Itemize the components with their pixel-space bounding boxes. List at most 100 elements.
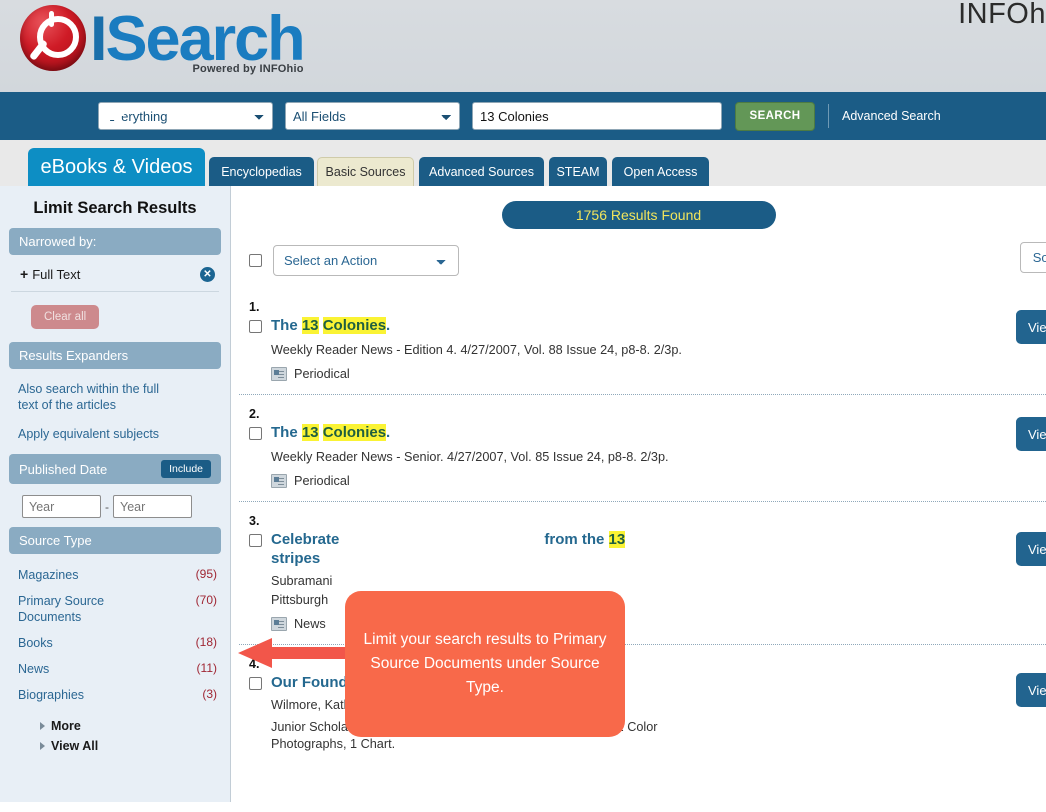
title-part: The xyxy=(271,317,302,334)
periodical-icon xyxy=(271,474,287,488)
title-part: stripes xyxy=(271,550,321,567)
source-type-header: Source Type xyxy=(9,527,221,554)
view-all-label: View All xyxy=(51,739,99,753)
facet-count: (70) xyxy=(195,593,217,607)
tab-label: Basic Sources xyxy=(325,165,406,179)
close-circle-icon[interactable]: ✕ xyxy=(200,266,215,282)
results-expanders-list: Also search within the full text of the … xyxy=(9,371,221,454)
results-expanders-label: Results Expanders xyxy=(19,348,129,363)
source-type-text: News xyxy=(294,617,326,631)
facet-link[interactable]: Books xyxy=(18,635,53,651)
source-type-more[interactable]: More xyxy=(9,716,221,736)
tab-encyclopedias[interactable]: Encyclopedias xyxy=(209,157,314,186)
title-part: The xyxy=(271,424,302,441)
masthead-right-text: INFOh xyxy=(958,0,1046,30)
tab-advanced-sources[interactable]: Advanced Sources xyxy=(419,157,544,186)
tab-strip: eBooks & Videos Encyclopedias Basic Sour… xyxy=(0,140,1046,186)
result-checkbox[interactable] xyxy=(249,427,262,440)
left-arrow-annotation xyxy=(238,638,350,668)
facet-link[interactable]: News xyxy=(18,661,49,677)
facet-magazines: Magazines (95) xyxy=(9,562,221,588)
title-part: Celebrate xyxy=(271,531,340,548)
results-expanders-header: Results Expanders xyxy=(9,342,221,369)
view-button[interactable]: View xyxy=(1016,310,1046,344)
published-date-label: Published Date xyxy=(19,461,108,477)
title-highlight: Colonies xyxy=(322,317,387,334)
advanced-search-link[interactable]: Advanced Search xyxy=(842,109,941,123)
more-label: More xyxy=(51,719,81,733)
published-date-range: - xyxy=(9,486,221,527)
result-content: The 13 Colonies. Weekly Reader News - Se… xyxy=(271,423,669,488)
plus-icon: + xyxy=(20,266,29,282)
narrowed-by-item-full-text: + Full Text ✕ xyxy=(11,257,219,292)
title-part: . xyxy=(386,424,391,441)
expander-link-equivalent-subjects[interactable]: Apply equivalent subjects xyxy=(9,423,221,445)
clear-all-button[interactable]: Clear all xyxy=(31,305,100,329)
include-badge[interactable]: Include xyxy=(161,460,211,478)
facet-biographies: Biographies (3) xyxy=(9,682,221,708)
year-to-input[interactable] xyxy=(113,495,192,518)
result-number: 3. xyxy=(249,514,260,528)
sort-by-control[interactable]: Sort By: xyxy=(1019,242,1046,273)
select-an-action-dropdown[interactable]: Select an Action xyxy=(273,245,459,276)
view-button-label: View xyxy=(1028,541,1046,557)
periodical-icon xyxy=(271,367,287,381)
source-type-view-all[interactable]: View All xyxy=(9,736,221,756)
tab-label: STEAM xyxy=(556,164,600,179)
search-input[interactable] xyxy=(472,102,722,130)
view-button[interactable]: View xyxy=(1016,673,1046,707)
power-bar-icon xyxy=(49,11,54,27)
facet-link[interactable]: Biographies xyxy=(18,687,84,703)
logo-text: ISearch Powered by INFOhio xyxy=(90,4,306,75)
source-type-text: Periodical xyxy=(294,367,350,381)
callout-tooltip: Limit your search results to Primary Sou… xyxy=(345,591,625,737)
tab-label: Advanced Sources xyxy=(429,164,534,179)
isearch-logo[interactable]: ISearch Powered by INFOhio xyxy=(20,4,306,75)
tab-basic-sources[interactable]: Basic Sources xyxy=(317,157,414,186)
result-source-type: Periodical xyxy=(271,367,682,381)
narrowed-by-header: Narrowed by: xyxy=(9,228,221,255)
source-type-label: Source Type xyxy=(19,533,92,548)
select-all-checkbox[interactable] xyxy=(249,254,262,267)
power-search-orb-icon xyxy=(20,5,86,71)
result-body: The 13 Colonies. Weekly Reader News - Ed… xyxy=(249,316,1046,381)
search-button[interactable]: SEARCH xyxy=(735,101,815,131)
year-from-input[interactable] xyxy=(22,495,101,518)
narrowed-by-label: Narrowed by: xyxy=(19,234,97,249)
facet-link[interactable]: Primary Source Documents xyxy=(18,593,153,625)
result-checkbox[interactable] xyxy=(249,677,262,690)
facet-primary-source-documents: Primary Source Documents (70) xyxy=(9,588,221,630)
expander-link-full-text[interactable]: Also search within the full text of the … xyxy=(9,378,169,416)
tab-steam[interactable]: STEAM xyxy=(549,157,607,186)
logo-letter-i: I xyxy=(90,4,107,74)
home-icon[interactable] xyxy=(99,103,127,129)
result-citation: Weekly Reader News - Edition 4. 4/27/200… xyxy=(271,343,682,357)
result-number: 1. xyxy=(249,300,260,314)
result-title-link[interactable]: Celebrate from the 13 stripes xyxy=(271,530,691,568)
chevron-right-icon xyxy=(40,742,45,750)
result-number: 2. xyxy=(249,407,260,421)
result-title-link[interactable]: The 13 Colonies. xyxy=(271,317,390,334)
facet-books: Books (18) xyxy=(9,630,221,656)
result-checkbox[interactable] xyxy=(249,534,262,547)
news-icon xyxy=(271,617,287,631)
tab-ebooks-videos[interactable]: eBooks & Videos xyxy=(28,148,205,186)
view-button-label: View xyxy=(1028,319,1046,335)
title-highlight: 13 xyxy=(301,424,319,441)
facet-link[interactable]: Magazines xyxy=(18,567,78,583)
results-count-badge: 1756 Results Found xyxy=(501,201,776,229)
tab-label: Open Access xyxy=(623,164,698,179)
result-title-link[interactable]: The 13 Colonies. xyxy=(271,424,390,441)
view-button[interactable]: View xyxy=(1016,532,1046,566)
view-button[interactable]: View xyxy=(1016,417,1046,451)
result-checkbox[interactable] xyxy=(249,320,262,333)
search-field-select[interactable]: All Fields xyxy=(285,102,460,130)
search-bar: Everything All Fields SEARCH Advanced Se… xyxy=(0,92,1046,140)
title-highlight: 13 xyxy=(301,317,319,334)
callout-text: Limit your search results to Primary Sou… xyxy=(363,631,607,696)
facet-count: (95) xyxy=(195,567,217,581)
title-part: . xyxy=(386,317,391,334)
tab-open-access[interactable]: Open Access xyxy=(612,157,709,186)
result-body: The 13 Colonies. Weekly Reader News - Se… xyxy=(249,423,1046,488)
limit-search-sidebar: Limit Search Results Narrowed by: + Full … xyxy=(0,186,231,802)
